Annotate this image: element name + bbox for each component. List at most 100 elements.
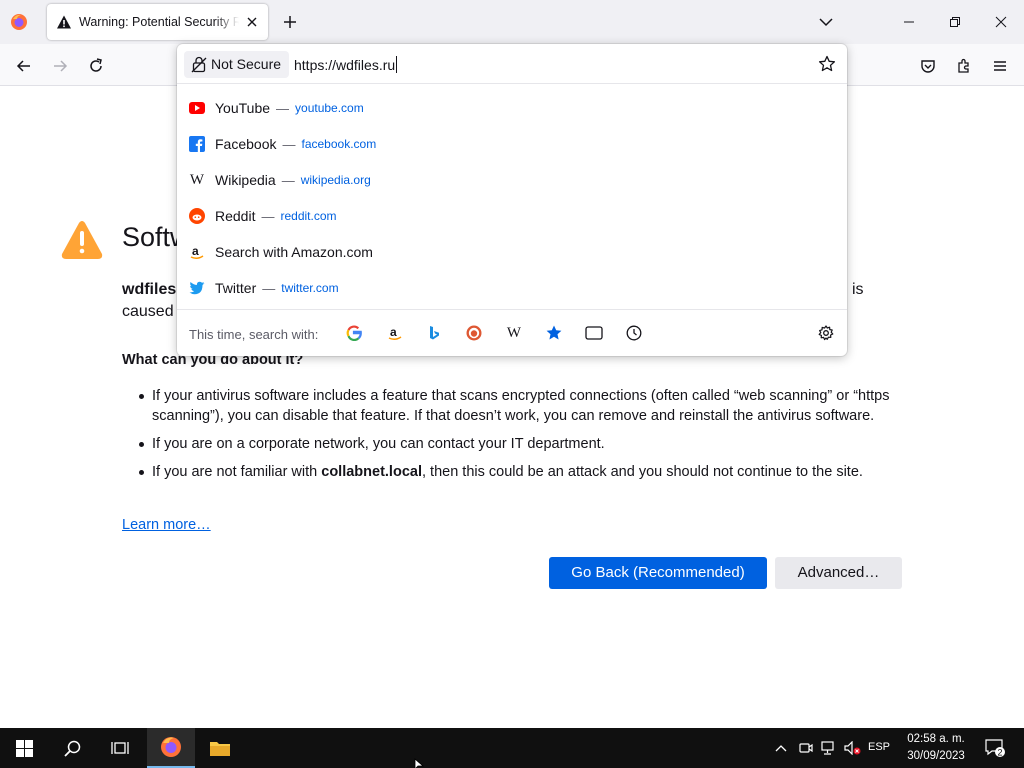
restore-icon <box>950 17 960 27</box>
tab-strip: Warning: Potential Security Risk Ahead <box>0 0 1024 44</box>
network-button[interactable] <box>820 728 838 768</box>
result-url: wikipedia.org <box>300 173 371 187</box>
twitter-icon <box>189 280 205 296</box>
wikipedia-icon: W <box>189 171 205 188</box>
result-row[interactable]: YouTube — youtube.com <box>177 90 847 126</box>
warning-triangle-icon <box>61 221 103 259</box>
clock-time: 02:58 a. m. <box>907 733 965 745</box>
intro-domain: wdfiles <box>122 281 177 298</box>
app-menu-button[interactable] <box>986 52 1014 80</box>
duckduckgo-icon[interactable] <box>463 322 485 344</box>
result-url: twitter.com <box>281 281 339 295</box>
reload-button[interactable] <box>82 52 110 80</box>
advice-list: If your antivirus software includes a fe… <box>139 386 892 490</box>
tab-title: Warning: Potential Security Risk Ahead <box>79 15 239 29</box>
reddit-icon <box>189 208 205 224</box>
pocket-button[interactable] <box>914 52 942 80</box>
reload-icon <box>90 58 102 72</box>
meet-now-button[interactable] <box>797 728 815 768</box>
google-icon[interactable] <box>343 322 365 344</box>
volume-button[interactable] <box>843 728 863 768</box>
close-window-button[interactable] <box>978 0 1024 44</box>
result-url: facebook.com <box>301 137 377 151</box>
close-icon <box>995 16 1007 28</box>
facebook-icon <box>189 136 205 152</box>
result-separator: — <box>262 280 276 296</box>
result-title: Twitter <box>215 280 257 296</box>
advice-domain: collabnet.local <box>321 464 422 480</box>
tab-warning[interactable]: Warning: Potential Security Risk Ahead <box>47 4 268 40</box>
windows-logo-icon <box>15 739 33 757</box>
show-hidden-icons-button[interactable] <box>772 728 790 768</box>
result-row[interactable]: a Search with Amazon.com <box>177 234 847 270</box>
bookmark-star-icon[interactable] <box>818 55 836 73</box>
go-back-button[interactable]: Go Back (Recommended) <box>549 557 767 589</box>
amazon-icon[interactable]: a <box>384 322 406 344</box>
result-separator: — <box>282 136 296 152</box>
result-url: youtube.com <box>295 101 364 115</box>
result-row[interactable]: Facebook — facebook.com <box>177 126 847 162</box>
advice-text: , then this could be an attack and you s… <box>421 464 863 480</box>
advice-item: If your antivirus software includes a fe… <box>139 386 892 426</box>
advice-text: If you are not familiar with <box>152 464 322 480</box>
result-row[interactable]: Twitter — twitter.com <box>177 270 847 306</box>
notifications-icon: 2 <box>985 739 1005 758</box>
intro-line2: caused <box>122 303 174 320</box>
search-settings-gear-icon[interactable] <box>815 322 837 344</box>
result-row[interactable]: W Wikipedia — wikipedia.org <box>177 162 847 198</box>
close-tab-icon[interactable] <box>244 14 260 30</box>
clock[interactable]: 02:58 a. m. 30/09/2023 <box>896 731 976 765</box>
puzzle-icon <box>958 58 969 73</box>
svg-text:a: a <box>390 325 397 339</box>
url-input[interactable]: https://wdfiles.ru <box>294 56 398 73</box>
list-all-tabs-icon[interactable] <box>816 12 836 32</box>
result-title: Reddit <box>215 208 256 224</box>
insecure-lock-icon <box>191 56 207 73</box>
start-button[interactable] <box>0 728 48 768</box>
folder-icon <box>210 742 230 756</box>
hamburger-menu-icon <box>994 61 1006 71</box>
taskbar-firefox[interactable] <box>147 728 195 768</box>
not-secure-label: Not Secure <box>211 56 282 72</box>
forward-button[interactable] <box>46 52 74 80</box>
task-view-button[interactable] <box>96 728 144 768</box>
back-button[interactable] <box>10 52 38 80</box>
taskbar-file-explorer[interactable] <box>196 728 244 768</box>
result-separator: — <box>276 100 290 116</box>
advice-item: If you are on a corporate network, you c… <box>139 434 892 454</box>
input-language[interactable]: ESP <box>868 741 890 753</box>
new-tab-icon[interactable] <box>280 12 300 32</box>
search-button[interactable] <box>48 728 96 768</box>
urlbar-input-row: Not Secure https://wdfiles.ru <box>177 44 847 84</box>
identity-box[interactable]: Not Secure <box>184 51 290 78</box>
learn-more-link[interactable]: Learn more… <box>122 517 211 533</box>
restore-button[interactable] <box>932 0 978 44</box>
pocket-icon <box>921 60 935 73</box>
bookmarks-icon[interactable] <box>543 322 565 344</box>
action-center-button[interactable]: 2 <box>980 728 1010 768</box>
result-separator: — <box>281 172 295 188</box>
minimize-button[interactable] <box>886 0 932 44</box>
result-separator: — <box>261 208 275 224</box>
history-icon[interactable] <box>623 322 645 344</box>
bing-icon[interactable] <box>423 322 445 344</box>
extensions-button[interactable] <box>950 52 978 80</box>
search-oneoffs: This time, search with: a W <box>177 309 847 356</box>
result-row[interactable]: Reddit — reddit.com <box>177 198 847 234</box>
notification-count: 2 <box>997 748 1002 758</box>
volume-muted-icon <box>844 741 861 755</box>
network-icon <box>821 741 834 755</box>
result-title: YouTube <box>215 100 271 116</box>
camera-icon <box>799 743 813 753</box>
chevron-up-icon <box>775 745 787 752</box>
clock-date: 30/09/2023 <box>907 750 965 762</box>
firefox-view-icon[interactable] <box>10 13 28 31</box>
warning-icon <box>57 15 71 29</box>
result-title: Search with Amazon.com <box>215 244 373 260</box>
forward-arrow-icon <box>54 60 68 72</box>
advanced-button[interactable]: Advanced… <box>775 557 902 589</box>
mouse-cursor-icon <box>414 758 424 768</box>
firefox-icon <box>161 737 181 757</box>
wikipedia-icon[interactable]: W <box>503 322 525 344</box>
tabs-icon[interactable] <box>583 322 605 344</box>
